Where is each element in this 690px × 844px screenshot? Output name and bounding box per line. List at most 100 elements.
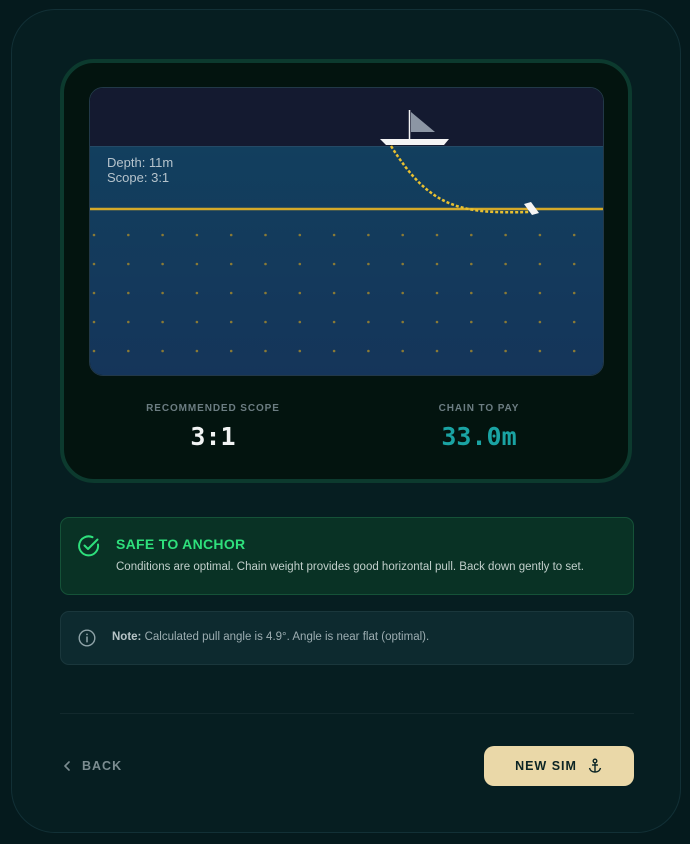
- status-title: SAFE TO ANCHOR: [116, 536, 246, 552]
- sediment-dot: [435, 291, 439, 295]
- sediment-dot: [470, 291, 473, 295]
- note-label: Note:: [112, 631, 142, 643]
- sediment-dot: [367, 291, 370, 295]
- sediment-dot: [298, 320, 302, 324]
- sky: [90, 88, 603, 146]
- sediment-dot: [470, 262, 473, 266]
- sediment-dot: [435, 320, 439, 324]
- info-icon: [78, 629, 96, 647]
- sediment-dot: [504, 320, 507, 324]
- back-label: BACK: [82, 759, 123, 773]
- status-banner: [60, 517, 634, 595]
- sediment-dot: [195, 291, 199, 295]
- sediment-dot: [504, 233, 507, 237]
- sediment-dot: [195, 349, 199, 353]
- sediment-dot: [332, 233, 336, 237]
- sediment-dot: [504, 291, 507, 295]
- sediment-dot: [264, 349, 267, 353]
- sediment-dot: [504, 262, 507, 266]
- sediment-dot: [92, 320, 96, 324]
- chevron-left-icon: [60, 759, 74, 773]
- sediment-dot: [435, 262, 439, 266]
- sediment-dot: [264, 233, 267, 237]
- recommended-scope-value: 3:1: [190, 422, 236, 451]
- sediment-dot: [401, 349, 405, 353]
- sediment-dot: [298, 233, 302, 237]
- new-sim-button[interactable]: NEW SIM: [484, 746, 634, 786]
- sediment-dot: [470, 233, 473, 237]
- note-body: Calculated pull angle is 4.9°. Angle is …: [141, 631, 430, 643]
- sediment-dot: [367, 320, 370, 324]
- sediment-dot: [470, 320, 473, 324]
- sediment-dot: [298, 291, 302, 295]
- chain-to-pay-label: CHAIN TO PAY: [438, 403, 520, 414]
- sediment-dot: [538, 233, 542, 237]
- sediment-dot: [367, 349, 370, 353]
- sediment-dot: [195, 320, 199, 324]
- sediment-dot: [538, 262, 542, 266]
- sediment-dot: [435, 349, 439, 353]
- sediment-dot: [264, 262, 267, 266]
- anchor-scene: [89, 87, 604, 376]
- sediment-dot: [332, 291, 336, 295]
- divider: [60, 713, 634, 714]
- sediment-dot: [229, 233, 233, 237]
- depth-readout: Depth: 11m: [107, 155, 174, 170]
- sediment-dot: [264, 320, 267, 324]
- status-description: Conditions are optimal. Chain weight pro…: [116, 561, 584, 573]
- sediment-dot: [161, 233, 164, 237]
- sediment-dot: [572, 349, 576, 353]
- sediment-dot: [572, 262, 576, 266]
- sediment-dot: [332, 320, 336, 324]
- back-button[interactable]: BACK: [60, 754, 122, 778]
- note-text: Note: Calculated pull angle is 4.9°. Ang…: [112, 631, 429, 643]
- chain-to-pay-value: 33.0m: [441, 422, 517, 451]
- sediment-dot: [401, 320, 405, 324]
- sediment-dot: [229, 262, 233, 266]
- sediment-dot: [92, 233, 96, 237]
- sediment-dot: [538, 349, 542, 353]
- sediment-dot: [401, 262, 405, 266]
- sediment-dot: [229, 349, 233, 353]
- sediment-dot: [92, 291, 96, 295]
- sediment-dot: [504, 349, 507, 353]
- sediment-dot: [161, 349, 164, 353]
- sediment-dot: [298, 262, 302, 266]
- anchor-icon: [587, 758, 603, 774]
- sediment-dot: [332, 349, 336, 353]
- sediment-dot: [538, 291, 542, 295]
- depth-scope-readout: Depth: 11m Scope: 3:1: [107, 155, 173, 185]
- sediment-dot: [161, 262, 164, 266]
- sediment-dot: [127, 233, 130, 237]
- sediment-dot: [538, 320, 542, 324]
- sediment-dot: [92, 349, 96, 353]
- sediment-dot: [229, 320, 233, 324]
- sediment-dot: [92, 262, 96, 266]
- sediment-dot: [572, 291, 576, 295]
- sediment-dot: [470, 349, 473, 353]
- sediment-dot: [367, 233, 370, 237]
- sediment-dot: [435, 233, 439, 237]
- sediment-dot: [161, 291, 164, 295]
- sediment-dot: [195, 262, 199, 266]
- sediment-dot: [401, 291, 405, 295]
- sediment-dot: [127, 349, 130, 353]
- sediment-dot: [572, 233, 576, 237]
- sediment-dot: [298, 349, 302, 353]
- sediment-dot: [127, 320, 130, 324]
- new-sim-label: NEW SIM: [515, 759, 577, 773]
- recommended-scope-label: RECOMMENDED SCOPE: [146, 403, 280, 414]
- sediment-dot: [127, 262, 130, 266]
- sediment-dot: [572, 320, 576, 324]
- sediment-dot: [127, 291, 130, 295]
- check-circle-icon: [77, 534, 101, 558]
- sediment-dot: [161, 320, 164, 324]
- sediment-dot: [264, 291, 267, 295]
- sediment-dot: [367, 262, 370, 266]
- sediment-dot: [195, 233, 199, 237]
- sediment-dot: [332, 262, 336, 266]
- boat-icon: [380, 139, 449, 145]
- scope-readout: Scope: 3:1: [107, 170, 170, 185]
- sediment-dot: [401, 233, 405, 237]
- sediment-dot: [229, 291, 233, 295]
